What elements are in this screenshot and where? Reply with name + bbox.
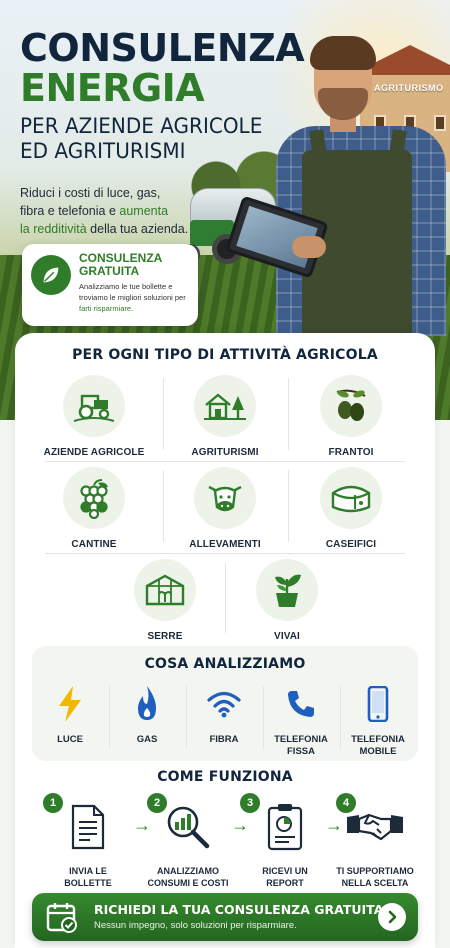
hero-subtitle: PER AZIENDE AGRICOLE ED AGRITURISMI bbox=[20, 113, 280, 163]
analyze-label: TELEFONIA FISSA bbox=[274, 734, 328, 757]
activities-title: PER OGNI TIPO DI ATTIVITÀ AGRICOLA bbox=[72, 347, 378, 363]
document-icon bbox=[55, 801, 121, 853]
activity-label: AZIENDE AGRICOLE bbox=[43, 447, 145, 458]
analyze-luce: LUCE bbox=[32, 646, 108, 761]
activity-label: ALLEVAMENTI bbox=[189, 539, 261, 550]
activity-cantine: CANTINE bbox=[34, 467, 154, 550]
greenhouse-icon bbox=[134, 559, 196, 621]
hero-title-energia: ENERGIA bbox=[20, 66, 205, 110]
step-label: INVIA LE BOLLETTE bbox=[64, 866, 112, 888]
calendar-check-icon bbox=[45, 900, 79, 934]
badge-title-line1: CONSULENZA bbox=[79, 251, 163, 265]
magnifier-chart-icon bbox=[155, 801, 221, 853]
chevron-right-icon[interactable] bbox=[378, 903, 406, 931]
grapes-icon bbox=[63, 467, 125, 529]
badge-title-line2: GRATUITA bbox=[79, 264, 140, 278]
cheese-icon bbox=[320, 467, 382, 529]
activity-aziende-agricole: AZIENDE AGRICOLE bbox=[34, 375, 154, 458]
analyze-telefonia-mobile: TELEFONIA MOBILE bbox=[340, 646, 416, 761]
analyze-label: FIBRA bbox=[209, 734, 239, 745]
arrow-right-icon: → bbox=[325, 815, 343, 835]
activity-label: FRANTOI bbox=[328, 447, 374, 458]
tractor-icon bbox=[63, 375, 125, 437]
activity-label: VIVAI bbox=[274, 631, 300, 642]
step-label: RICEVI UN REPORT bbox=[262, 866, 308, 888]
analyze-panel: COSA ANALIZZIAMO LUCE GAS FIBRA TELEFONI… bbox=[32, 646, 418, 761]
olive-icon bbox=[320, 375, 382, 437]
activity-frantoi: FRANTOI bbox=[291, 375, 411, 458]
analyze-label: LUCE bbox=[57, 734, 83, 745]
activity-label: SERRE bbox=[147, 631, 183, 642]
activity-serre: SERRE bbox=[105, 559, 225, 642]
hero-subtitle-line1: PER AZIENDE AGRICOLE bbox=[20, 112, 263, 138]
cta-subtitle: Nessun impegno, solo soluzioni per rispa… bbox=[94, 920, 297, 931]
analyze-label: GAS bbox=[136, 734, 158, 745]
flame-icon bbox=[109, 684, 185, 724]
handshake-icon bbox=[342, 801, 408, 853]
cta-title: RICHIEDI LA TUA CONSULENZA GRATUITA bbox=[94, 902, 384, 917]
phone-icon bbox=[263, 684, 339, 724]
how-title: COME FUNZIONA bbox=[157, 769, 293, 785]
smartphone-icon bbox=[340, 684, 416, 724]
lightning-icon bbox=[32, 684, 108, 724]
activity-label: CANTINE bbox=[71, 539, 117, 550]
hero-title-consulenza: CONSULENZA bbox=[20, 26, 305, 70]
analyze-fibra: FIBRA bbox=[186, 646, 262, 761]
activity-caseifici: CASEIFICI bbox=[291, 467, 411, 550]
analyze-label: TELEFONIA MOBILE bbox=[351, 734, 405, 757]
arrow-right-icon: → bbox=[133, 815, 151, 835]
plant-pot-icon bbox=[256, 559, 318, 621]
badge-text: Analizziamo le tue bollette e troviamo l… bbox=[79, 282, 186, 313]
activity-allevamenti: ALLEVAMENTI bbox=[165, 467, 285, 550]
content-card: PER OGNI TIPO DI ATTIVITÀ AGRICOLA AZIEN… bbox=[15, 333, 435, 948]
cow-icon bbox=[194, 467, 256, 529]
step-label: ANALIZZIAMO CONSUMI E COSTI bbox=[147, 866, 229, 888]
hero-subtitle-line2: ED AGRITURISMI bbox=[20, 138, 186, 164]
analyze-telefonia-fissa: TELEFONIA FISSA bbox=[263, 646, 339, 761]
hero-description: Riduci i costi di luce, gas, fibra e tel… bbox=[20, 186, 189, 236]
arrow-right-icon: → bbox=[231, 815, 249, 835]
clipboard-report-icon bbox=[252, 801, 318, 853]
activity-agriturismi: AGRITURISMI bbox=[165, 375, 285, 458]
free-consulting-badge: CONSULENZA GRATUITA Analizziamo le tue b… bbox=[22, 244, 198, 326]
wifi-icon bbox=[186, 684, 262, 724]
farmer-photo bbox=[225, 30, 450, 336]
activity-label: CASEIFICI bbox=[325, 539, 377, 550]
leaf-icon bbox=[31, 255, 71, 295]
activity-vivai: VIVAI bbox=[227, 559, 347, 642]
activity-label: AGRITURISMI bbox=[191, 447, 259, 458]
farmhouse-icon bbox=[194, 375, 256, 437]
request-consulting-button[interactable]: RICHIEDI LA TUA CONSULENZA GRATUITA Ness… bbox=[32, 893, 418, 941]
step-label: TI SUPPORTIAMO NELLA SCELTA bbox=[336, 866, 414, 888]
analyze-gas: GAS bbox=[109, 646, 185, 761]
